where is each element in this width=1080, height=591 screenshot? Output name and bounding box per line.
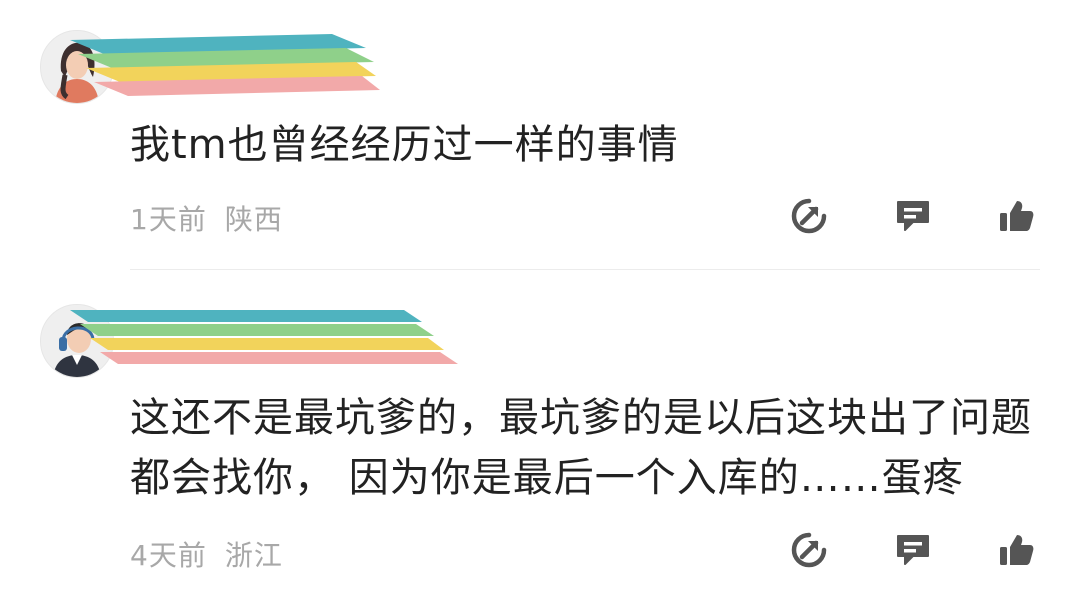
comment-location: 陕西 — [224, 203, 283, 236]
username-redaction — [70, 34, 380, 96]
thumbs-up-icon[interactable] — [997, 196, 1037, 236]
share-arrow-icon[interactable] — [789, 196, 829, 236]
comment-item: 这还不是最坑爹的，最坑爹的是以后这块出了问题都会找你， 因为你是最后一个入库的…… — [0, 270, 1080, 591]
comment-time: 1天前 — [130, 203, 207, 236]
comment-bubble-icon[interactable] — [893, 530, 933, 570]
username-redaction — [70, 310, 458, 364]
comment-item: 我tm也曾经经历过一样的事情 1天前 陕西 — [0, 0, 1080, 270]
comment-time: 4天前 — [130, 539, 207, 572]
comment-location: 浙江 — [224, 539, 283, 572]
comment-meta: 4天前 浙江 — [130, 534, 283, 574]
comment-bubble-icon[interactable] — [893, 196, 933, 236]
comment-text: 这还不是最坑爹的，最坑爹的是以后这块出了问题都会找你， 因为你是最后一个入库的…… — [130, 395, 1032, 501]
thumbs-up-icon[interactable] — [997, 530, 1037, 570]
comment-text: 我tm也曾经经历过一样的事情 — [130, 122, 679, 168]
share-arrow-icon[interactable] — [789, 530, 829, 570]
comment-meta: 1天前 陕西 — [130, 198, 283, 238]
